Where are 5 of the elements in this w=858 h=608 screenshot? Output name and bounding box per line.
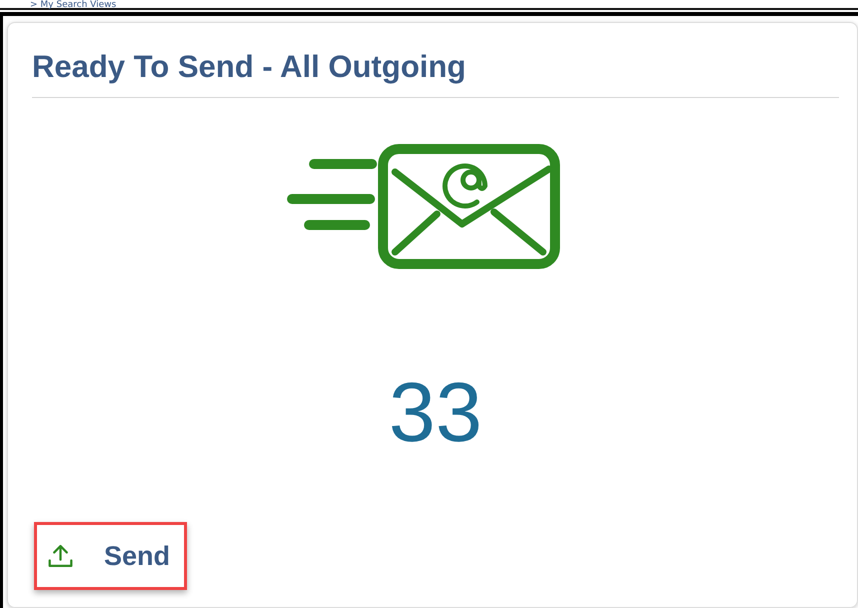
send-button[interactable]: Send [34,522,187,590]
count-value: 33 [388,370,482,454]
card-title: Ready To Send - All Outgoing [32,23,839,98]
upload-icon [47,542,74,570]
nav-link[interactable]: > My Search Views [30,1,116,10]
